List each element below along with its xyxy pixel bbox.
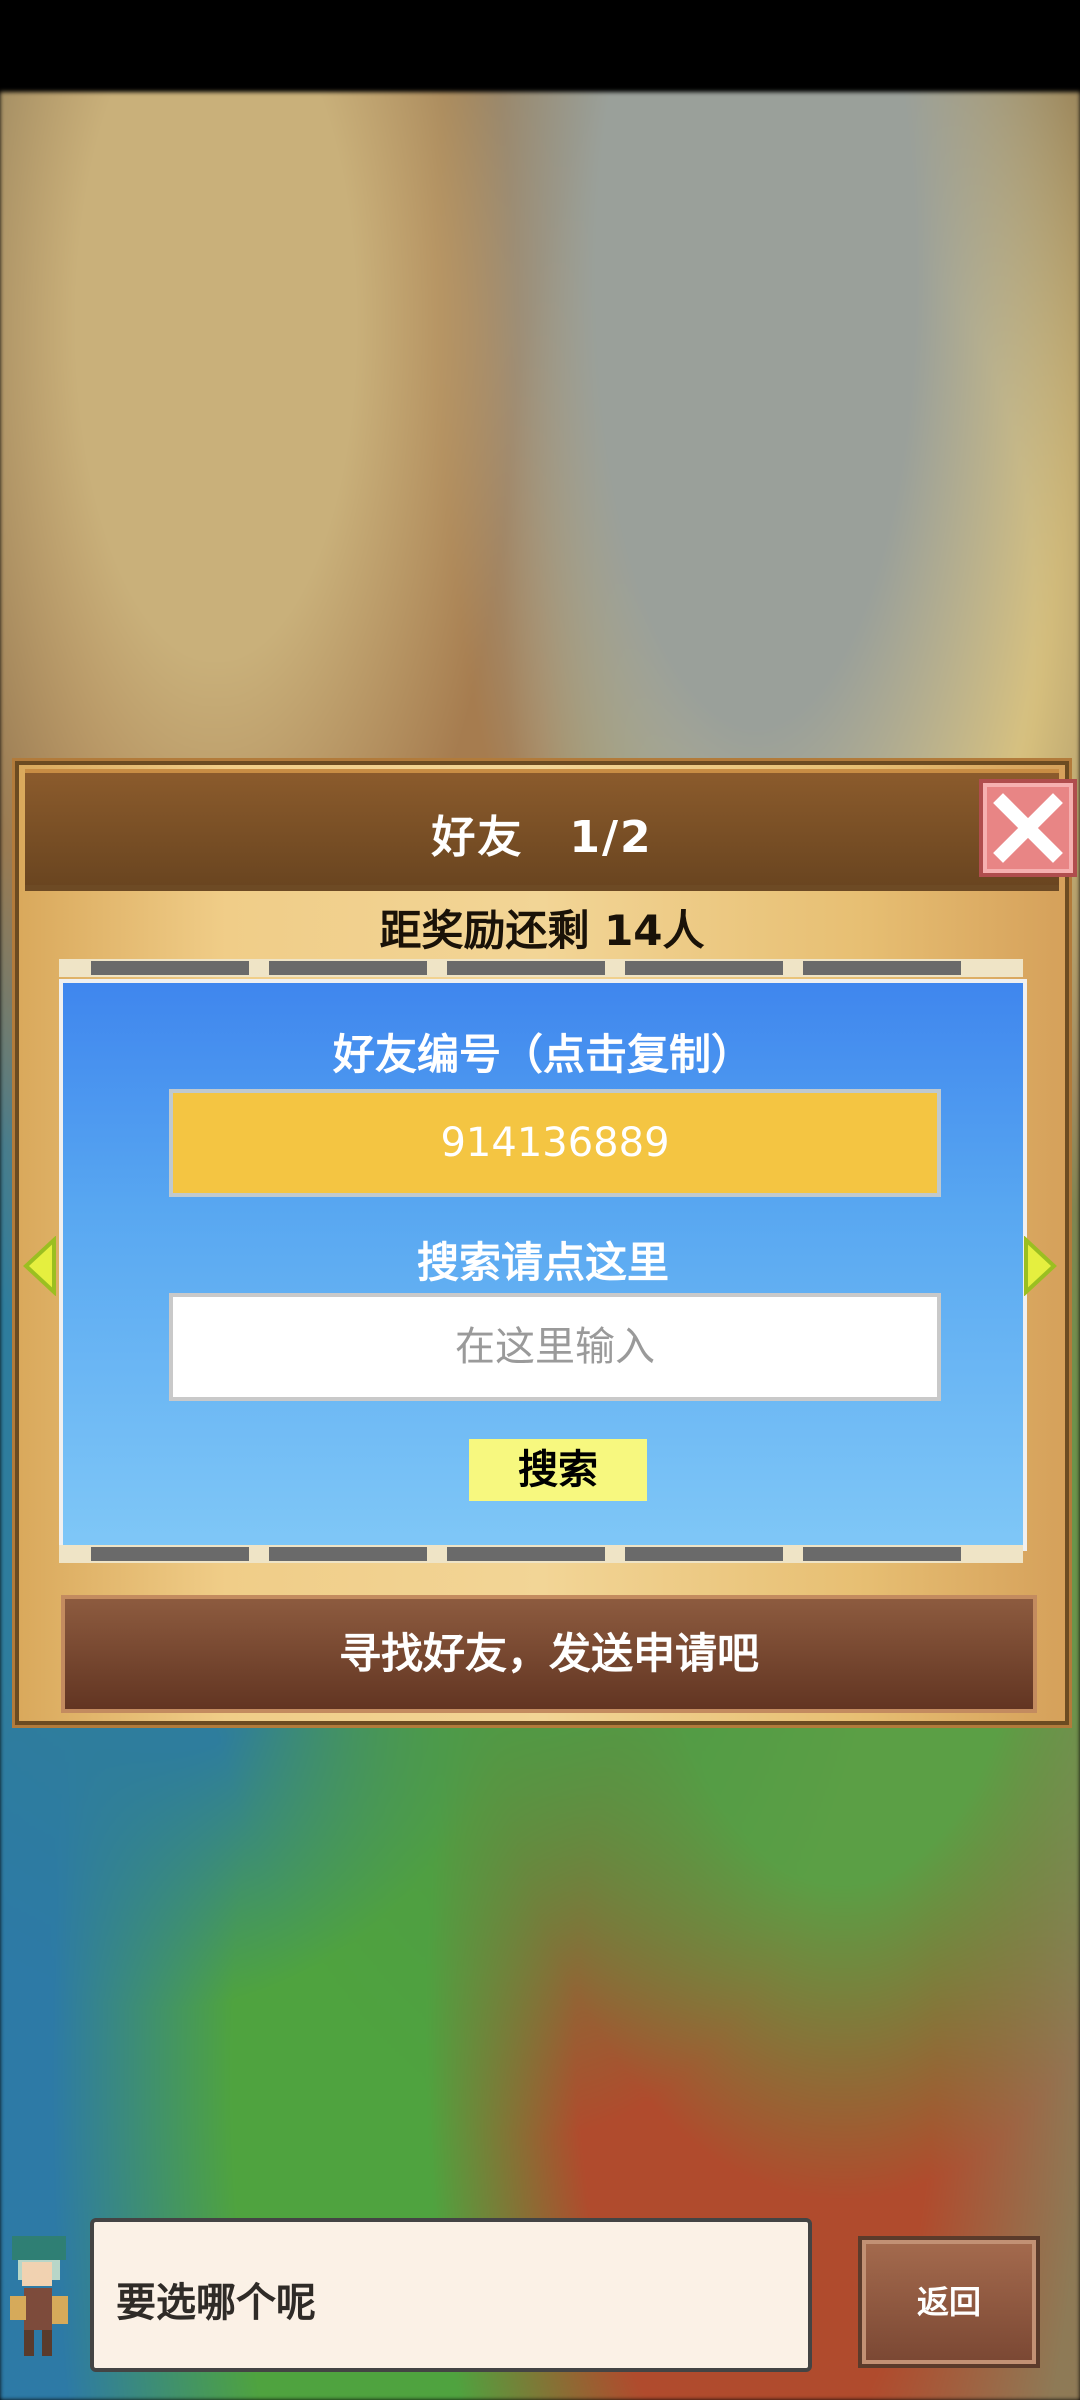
- speech-text: 要选哪个呢: [116, 2280, 316, 2326]
- page-segment: [91, 1547, 249, 1561]
- search-label: 搜索请点这里: [416, 1238, 669, 1287]
- speech-bubble: 要选哪个呢: [90, 2218, 812, 2372]
- search-input[interactable]: 在这里输入: [169, 1293, 941, 1401]
- send-request-button[interactable]: 寻找好友，发送申请吧: [61, 1595, 1037, 1713]
- avatar-icon: [10, 2236, 68, 2356]
- page-segment: [269, 961, 427, 975]
- back-button[interactable]: 返回: [858, 2236, 1040, 2368]
- page-segment: [447, 961, 605, 975]
- search-button[interactable]: 搜索: [469, 1439, 647, 1501]
- top-page-strip: [59, 959, 1023, 977]
- page-segment: [91, 961, 249, 975]
- page-segment: [803, 961, 961, 975]
- reward-remaining-text: 距奖励还剩 14人: [379, 906, 705, 955]
- page-segment: [625, 961, 783, 975]
- friend-id-copy-field[interactable]: 914136889: [169, 1089, 941, 1197]
- page-segment: [625, 1547, 783, 1561]
- friends-dialog: 好友 1/2 距奖励还剩 14人 好友编号（点击复制） 914136889 搜索…: [12, 758, 1077, 1728]
- friend-id-label: 好友编号（点击复制）: [332, 1030, 753, 1079]
- bottom-page-strip: [59, 1545, 1023, 1563]
- chevron-left-icon[interactable]: [20, 1236, 60, 1296]
- chevron-right-icon[interactable]: [1020, 1236, 1060, 1296]
- page-segment: [447, 1547, 605, 1561]
- page-segment: [803, 1547, 961, 1561]
- friend-search-panel: 好友编号（点击复制） 914136889 搜索请点这里 在这里输入 搜索: [59, 979, 1027, 1551]
- page-segment: [269, 1547, 427, 1561]
- close-button[interactable]: [979, 779, 1077, 877]
- dialog-title: 好友 1/2: [431, 812, 653, 863]
- dialog-header: 好友 1/2: [25, 769, 1077, 891]
- close-icon: [993, 793, 1063, 863]
- status-bar: [0, 0, 1080, 92]
